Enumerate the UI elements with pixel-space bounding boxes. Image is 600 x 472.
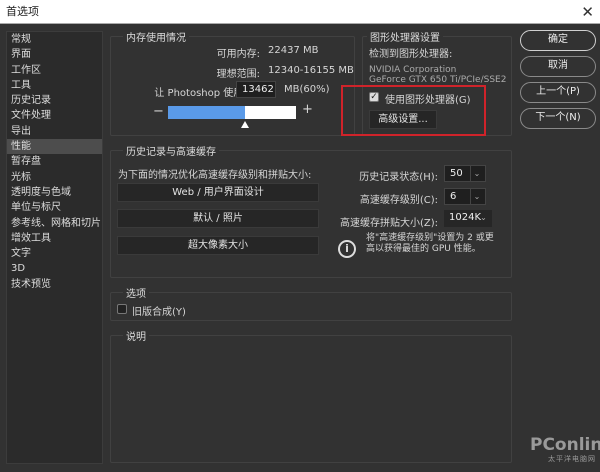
memory-unit: MB(60%) [284, 84, 330, 95]
prev-button[interactable]: 上一个(P) [520, 82, 596, 103]
sidebar-item[interactable]: 暂存盘 [7, 154, 102, 169]
available-value: 22437 MB [268, 45, 319, 56]
sidebar-item[interactable]: 技术预览 [7, 277, 102, 292]
sidebar-item[interactable]: 单位与标尺 [7, 200, 102, 215]
watermark: PConline 太平洋电脑网 [530, 436, 600, 464]
sidebar-item[interactable]: 常规 [7, 32, 102, 47]
gpu-title: 图形处理器设置 [367, 29, 443, 44]
sidebar-item[interactable]: 工作区 [7, 63, 102, 78]
options-title: 选项 [123, 285, 149, 300]
watermark-brand: PConline [530, 435, 600, 455]
advanced-settings-button[interactable]: 高级设置... [369, 110, 437, 129]
slider-thumb[interactable] [240, 121, 249, 128]
memory-input[interactable]: 13462 [236, 81, 276, 98]
minus-button[interactable]: − [153, 104, 164, 119]
window-title: 首选项 [6, 5, 39, 18]
plus-button[interactable]: + [302, 102, 313, 117]
cache-levels-select[interactable]: 6 ⌄ [444, 188, 486, 205]
sidebar-item[interactable]: 文件处理 [7, 108, 102, 123]
watermark-sub: 太平洋电脑网 [548, 455, 596, 463]
gpu-detected-label: 检测到图形处理器: [369, 49, 453, 60]
available-label: 可用内存: [216, 49, 260, 60]
sidebar-item[interactable]: 工具 [7, 78, 102, 93]
ok-button[interactable]: 确定 [520, 30, 596, 51]
preset-default-button[interactable]: 默认 / 照片 [117, 209, 319, 228]
history-title: 历史记录与高速缓存 [123, 143, 219, 158]
memory-title: 内存使用情况 [123, 29, 189, 44]
description-title: 说明 [123, 328, 149, 343]
sidebar-item[interactable]: 界面 [7, 47, 102, 62]
preset-large-button[interactable]: 超大像素大小 [117, 236, 319, 255]
slider-fill [168, 106, 245, 119]
preset-web-button[interactable]: Web / 用户界面设计 [117, 183, 319, 202]
states-select[interactable]: 50 ⌄ [444, 165, 486, 182]
sidebar-item[interactable]: 参考线、网格和切片 [7, 216, 102, 231]
chevron-down-icon: ⌄ [480, 213, 487, 222]
sidebar-item[interactable]: 文字 [7, 246, 102, 261]
sidebar-item[interactable]: 导出 [7, 124, 102, 139]
info-icon: i [338, 240, 356, 258]
ideal-label: 理想范围: [216, 69, 260, 80]
cancel-button[interactable]: 取消 [520, 56, 596, 77]
sidebar: 常规 界面 工作区 工具 历史记录 文件处理 导出 性能 暂存盘 光标 透明度与色域 单位与标尺 参考线… [6, 31, 103, 464]
tile-select[interactable]: 1024K ⌄ [444, 210, 492, 227]
tile-label: 高速缓存拼贴大小(Z): [339, 218, 438, 229]
close-icon[interactable]: ✕ [581, 0, 594, 24]
states-value: 50 [450, 168, 463, 179]
info-text: 将"高速缓存级别"设置为 2 或更高以获得最佳的 GPU 性能。 [366, 233, 494, 254]
use-gpu-label: 使用图形处理器(G) [385, 95, 471, 106]
legacy-compositing-checkbox[interactable] [117, 304, 127, 314]
chevron-down-icon: ⌄ [470, 166, 483, 181]
memory-slider[interactable] [168, 106, 296, 128]
title-bar: 首选项 ✕ [0, 0, 600, 24]
sidebar-item[interactable]: 增效工具 [7, 231, 102, 246]
sidebar-item[interactable]: 3D [7, 261, 102, 276]
next-button[interactable]: 下一个(N) [520, 108, 596, 129]
description-group: 说明 [110, 328, 512, 463]
gpu-model: GeForce GTX 650 Ti/PCIe/SSE2 [369, 75, 507, 85]
cache-levels-label: 高速缓存级别(C): [359, 195, 438, 206]
sidebar-item[interactable]: 光标 [7, 170, 102, 185]
ideal-value: 12340-16155 MB [268, 65, 354, 76]
optimize-label: 为下面的情况优化高速缓存级别和拼贴大小: [118, 170, 312, 181]
cache-levels-value: 6 [450, 191, 457, 202]
sidebar-item[interactable]: 透明度与色域 [7, 185, 102, 200]
use-gpu-checkbox[interactable]: ✓ [369, 92, 379, 102]
legacy-compositing-label: 旧版合成(Y) [132, 307, 186, 318]
chevron-down-icon: ⌄ [470, 189, 483, 204]
sidebar-item[interactable]: 历史记录 [7, 93, 102, 108]
states-label: 历史记录状态(H): [359, 172, 438, 183]
sidebar-item[interactable]: 性能 [7, 139, 102, 155]
gpu-vendor: NVIDIA Corporation [369, 65, 457, 75]
